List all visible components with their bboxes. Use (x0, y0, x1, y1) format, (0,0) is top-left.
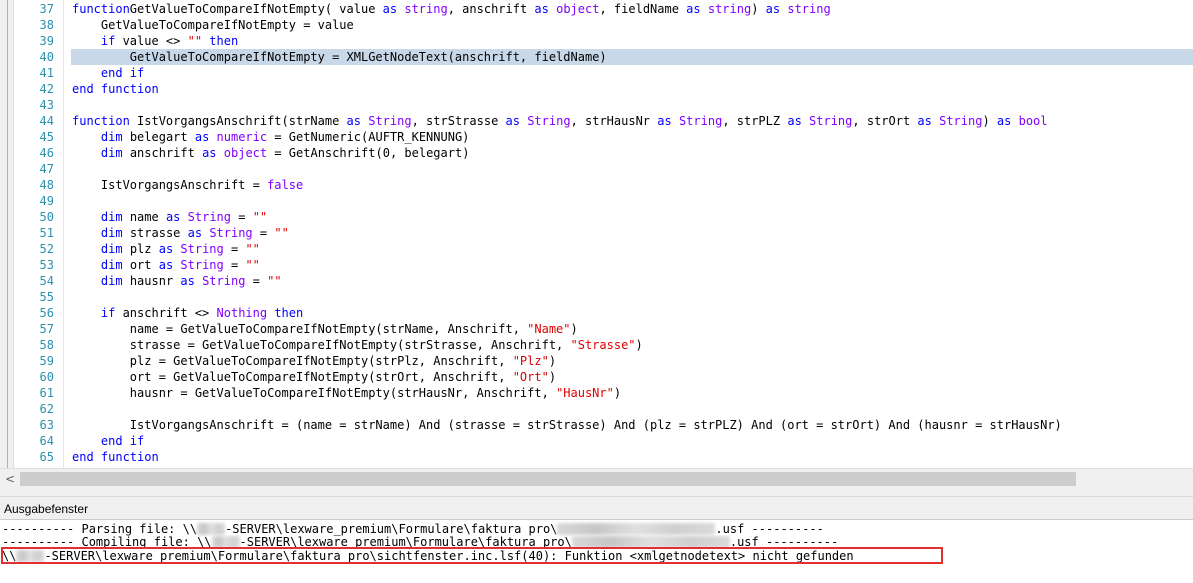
code-line[interactable]: 51 dim strasse as String = "" (0, 225, 1193, 241)
code-text: hausnr = GetValueToCompareIfNotEmpty(str… (72, 386, 622, 400)
redacted-text (571, 536, 730, 547)
code-text: dim belegart as numeric = GetNumeric(AUF… (100, 130, 470, 144)
code-line[interactable]: 37 functionGetValueToCompareIfNotEmpty( v… (0, 1, 1193, 17)
error-highlight-box (1, 547, 943, 564)
code-line[interactable]: 59 plz = GetValueToCompareIfNotEmpty(str… (0, 353, 1193, 369)
code-line[interactable]: 43 (0, 97, 1193, 113)
code-line[interactable]: 42 end function (0, 81, 1193, 97)
code-line[interactable]: 64 end if (0, 433, 1193, 449)
code-line[interactable]: 56 if anschrift <> Nothing then (0, 305, 1193, 321)
code-text: GetValueToCompareIfNotEmpty = XMLGetNode… (72, 50, 607, 64)
line-number: 42 (39, 82, 54, 96)
line-number: 52 (39, 242, 54, 256)
code-text: dim ort as String = "" (100, 258, 260, 272)
line-number: 38 (39, 18, 54, 32)
scroll-left-arrow-icon[interactable]: < (2, 471, 18, 487)
code-text: dim plz as String = "" (100, 242, 260, 256)
line-number: 48 (39, 178, 54, 192)
code-text: if anschrift <> Nothing then (100, 306, 304, 320)
line-number: 45 (39, 130, 54, 144)
line-number: 41 (39, 66, 54, 80)
code-line[interactable]: 39 if value <> "" then (0, 33, 1193, 49)
output-panel-title: Ausgabefenster (4, 502, 89, 516)
line-number: 46 (39, 146, 54, 160)
code-text: ort = GetValueToCompareIfNotEmpty(strOrt… (72, 370, 557, 384)
line-number: 50 (39, 210, 54, 224)
code-text: IstVorgangsAnschrift = (name = strName) … (72, 418, 1062, 432)
code-line[interactable]: 65 end function (0, 449, 1193, 465)
code-text: name = GetValueToCompareIfNotEmpty(strNa… (72, 322, 578, 336)
code-line[interactable]: 50 dim name as String = "" (0, 209, 1193, 225)
redacted-text (557, 523, 716, 535)
code-line[interactable]: 46 dim anschrift as object = GetAnschrif… (0, 145, 1193, 161)
code-line[interactable]: 54 dim hausnr as String = "" (0, 273, 1193, 289)
line-number: 57 (39, 322, 54, 336)
code-line[interactable]: 53 dim ort as String = "" (0, 257, 1193, 273)
line-number: 60 (39, 370, 54, 384)
line-number: 56 (39, 306, 54, 320)
code-line[interactable]: 60 ort = GetValueToCompareIfNotEmpty(str… (0, 369, 1193, 385)
line-number: 53 (39, 258, 54, 272)
redacted-text (197, 523, 226, 535)
line-number: 40 (39, 50, 54, 64)
code-line[interactable]: 41 end if (0, 65, 1193, 81)
code-text: GetValueToCompareIfNotEmpty = value (72, 18, 354, 32)
code-line[interactable]: 38 GetValueToCompareIfNotEmpty = value (0, 17, 1193, 33)
line-number: 47 (39, 162, 54, 176)
code-text: end if (100, 66, 145, 80)
line-number: 51 (39, 226, 54, 240)
line-number: 43 (39, 98, 54, 112)
panel-splitter[interactable] (0, 489, 1193, 497)
code-line[interactable]: 55 (0, 289, 1193, 305)
code-text: dim anschrift as object = GetAnschrift(0… (100, 146, 470, 160)
code-text: end function (72, 450, 159, 464)
code-line[interactable]: 44 function IstVorgangsAnschrift(strName … (0, 113, 1193, 129)
code-text: strasse = GetValueToCompareIfNotEmpty(st… (72, 338, 643, 352)
line-number: 63 (39, 418, 54, 432)
line-number: 59 (39, 354, 54, 368)
code-line[interactable]: 52 dim plz as String = "" (0, 241, 1193, 257)
code-text: end if (100, 434, 145, 448)
line-number: 61 (39, 386, 54, 400)
scrollbar-thumb[interactable] (20, 472, 1076, 486)
line-number: 62 (39, 402, 54, 416)
code-line[interactable]: 45 dim belegart as numeric = GetNumeric(… (0, 129, 1193, 145)
line-number: 49 (39, 194, 54, 208)
line-number: 39 (39, 34, 54, 48)
line-number: 65 (39, 450, 54, 464)
code-line[interactable]: 47 (0, 161, 1193, 177)
code-line[interactable]: 40 GetValueToCompareIfNotEmpty = XMLGetN… (0, 49, 1193, 65)
code-line[interactable]: 58 strasse = GetValueToCompareIfNotEmpty… (0, 337, 1193, 353)
code-text: if value <> "" then (100, 34, 239, 48)
horizontal-scrollbar[interactable]: < (0, 468, 1193, 489)
code-line[interactable]: 48 IstVorgangsAnschrift = false (0, 177, 1193, 193)
output-panel-header: Ausgabefenster (0, 497, 1193, 520)
code-line[interactable]: 62 (0, 401, 1193, 417)
code-text: end function (72, 82, 159, 96)
code-text: functionGetValueToCompareIfNotEmpty( val… (72, 2, 831, 16)
line-number: 54 (39, 274, 54, 288)
code-text: dim strasse as String = "" (100, 226, 289, 240)
code-text: dim hausnr as String = "" (100, 274, 282, 288)
code-line[interactable]: 57 name = GetValueToCompareIfNotEmpty(st… (0, 321, 1193, 337)
redacted-text (211, 536, 240, 547)
code-text: IstVorgangsAnschrift = false (72, 178, 304, 192)
code-line[interactable]: 61 hausnr = GetValueToCompareIfNotEmpty(… (0, 385, 1193, 401)
code-text: function IstVorgangsAnschrift(strName as… (72, 114, 1048, 128)
code-editor[interactable]: 37 functionGetValueToCompareIfNotEmpty( v… (0, 0, 1193, 468)
line-number: 55 (39, 290, 54, 304)
line-number: 37 (39, 2, 54, 16)
line-number: 64 (39, 434, 54, 448)
line-number: 58 (39, 338, 54, 352)
code-line[interactable]: 63 IstVorgangsAnschrift = (name = strNam… (0, 417, 1193, 433)
code-line[interactable]: 49 (0, 193, 1193, 209)
code-text: plz = GetValueToCompareIfNotEmpty(strPlz… (72, 354, 557, 368)
output-line: ---------- Compiling file: \\ -SERVER\lex… (2, 535, 839, 547)
line-number: 44 (39, 114, 54, 128)
code-text: dim name as String = "" (100, 210, 268, 224)
